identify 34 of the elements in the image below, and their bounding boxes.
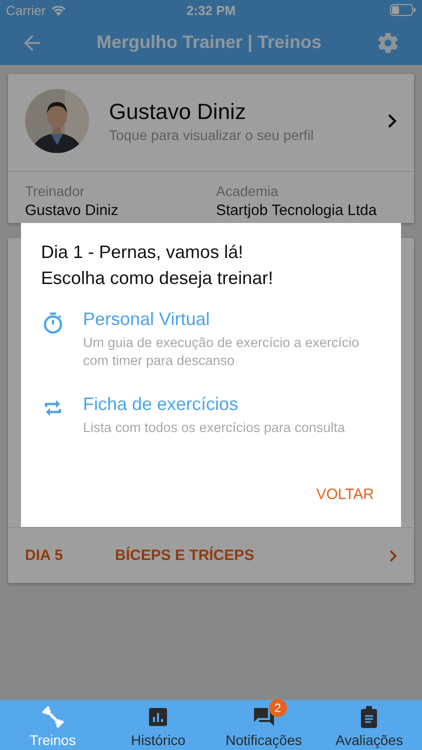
tab[interactable]: Treinos: [0, 700, 106, 750]
trainer-name: Gustavo Diniz: [25, 202, 120, 219]
settings-icon[interactable]: [376, 30, 400, 54]
profile-hint: Toque para visualizar o seu perfil: [109, 127, 315, 143]
profile-name: Gustavo Diniz: [109, 99, 247, 125]
chevron-icon[interactable]: [387, 114, 397, 128]
trainer-label: Treinador: [25, 183, 86, 199]
gym-name: Startjob Tecnologia Ltda: [216, 202, 378, 219]
back-button[interactable]: VOLTAR: [309, 480, 381, 509]
screen-title: Mergulho Trainer | Treinos: [95, 32, 323, 53]
dialog-title: Escolha como deseja treinar!: [41, 267, 274, 290]
clock-time: 2:32 PM: [186, 2, 236, 18]
stopwatch-icon: [41, 311, 65, 335]
tab[interactable]: Avaliações: [316, 700, 422, 750]
tab-label: Notificações: [226, 732, 302, 748]
gym-label: Academia: [216, 183, 280, 199]
option-title[interactable]: Personal Virtual: [83, 309, 381, 330]
wifi-icon: [50, 4, 66, 16]
tab[interactable]: Histórico: [106, 700, 211, 750]
option-description: Um guia de execução de exercício a exercício com timer para descanso: [83, 334, 360, 370]
notification-badge: 2: [268, 699, 287, 717]
carrier-label: Carrier: [6, 2, 46, 18]
option-title[interactable]: Ficha de exercícios: [83, 394, 345, 415]
tab-label: Histórico: [131, 732, 186, 748]
day-label: DIA 5: [25, 547, 64, 564]
workout-name[interactable]: BÍCEPS E TRÍCEPS: [115, 547, 389, 564]
battery-icon: [390, 4, 416, 16]
tab-label: Avaliações: [336, 732, 403, 748]
dialog-title: Dia 1 - Pernas, vamos lá!: [41, 241, 244, 264]
dumbbell-icon: [40, 705, 65, 729]
tab-label: Treinos: [30, 732, 76, 748]
back-arrow-icon[interactable]: [22, 32, 42, 52]
tab[interactable]: 2 Notificações: [211, 700, 316, 750]
option-description: Lista com todos os exercícios para consulta: [83, 419, 345, 437]
